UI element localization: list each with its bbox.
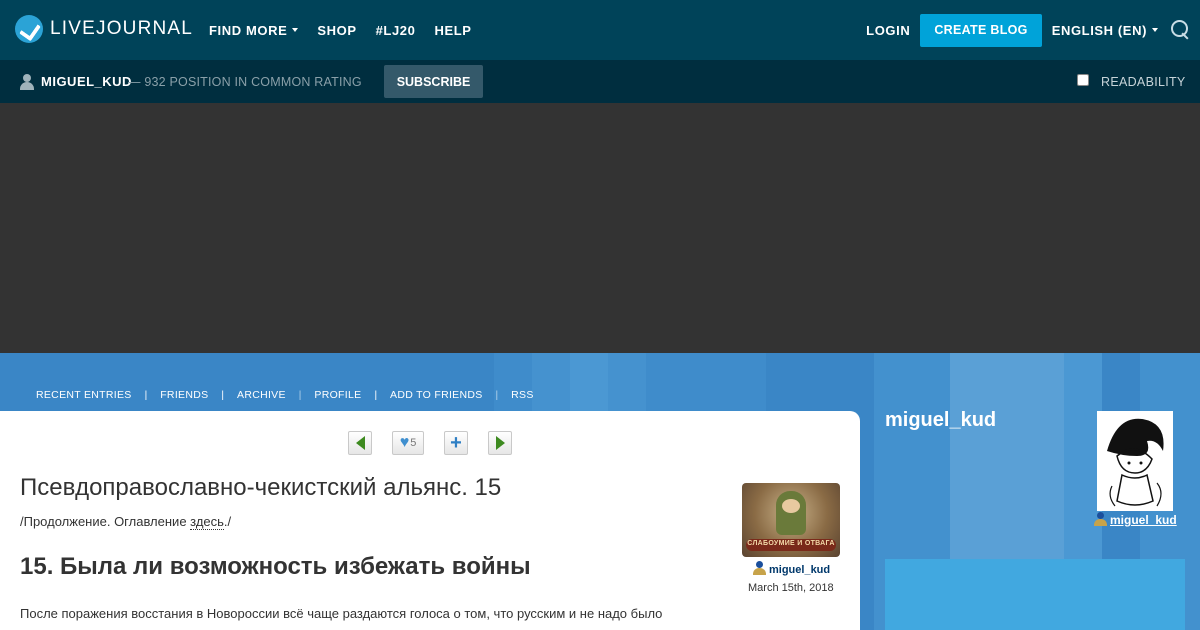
- add-memory-button[interactable]: +: [444, 431, 468, 455]
- search-icon[interactable]: [1170, 19, 1190, 41]
- author-userpic[interactable]: СЛАБОУМИЕ И ОТВАГА: [742, 483, 840, 557]
- journal-nav-friends[interactable]: FRIENDS: [160, 389, 208, 401]
- sidebar-widget-box: [885, 559, 1185, 630]
- intro-suffix: ./: [223, 514, 232, 529]
- nav-shop[interactable]: SHOP: [317, 23, 356, 38]
- journal-nav: RECENT ENTRIES | FRIENDS | ARCHIVE | PRO…: [36, 389, 534, 401]
- nav-lj20[interactable]: #LJ20: [376, 23, 416, 38]
- nav-separator: |: [298, 389, 302, 401]
- journal-username[interactable]: MIGUEL_KUD: [41, 74, 132, 89]
- like-count: 5: [410, 437, 417, 449]
- main-nav: FIND MORE SHOP #LJ20 HELP: [209, 0, 491, 60]
- post-author-link[interactable]: miguel_kud: [769, 564, 830, 576]
- sidebar-journal-name[interactable]: miguel_kud: [885, 409, 996, 432]
- nav-find-more[interactable]: FIND MORE: [209, 22, 299, 38]
- post-section-heading: 15. Была ли возможность избежать войны: [20, 553, 531, 580]
- nav-separator: |: [221, 389, 225, 401]
- table-of-contents-link[interactable]: здесь: [190, 514, 224, 530]
- arrow-right-icon: [495, 436, 505, 450]
- subscribe-button[interactable]: SUBSCRIBE: [384, 65, 483, 98]
- chevron-down-icon: [292, 28, 299, 32]
- header-actions: LOGIN CREATE BLOG ENGLISH (EN): [866, 0, 1190, 60]
- journal-nav-recent-entries[interactable]: RECENT ENTRIES: [36, 389, 132, 401]
- ad-banner-placeholder: [0, 103, 1200, 353]
- user-icon: [752, 561, 766, 575]
- user-icon: [20, 74, 34, 90]
- sidebar-userpic[interactable]: [1097, 411, 1173, 511]
- arrow-left-icon: [355, 436, 365, 450]
- previous-entry-button[interactable]: [348, 431, 372, 455]
- nav-find-more-label: FIND MORE: [209, 22, 288, 38]
- user-icon: [1093, 512, 1107, 526]
- nav-separator: |: [495, 389, 499, 401]
- language-selector[interactable]: ENGLISH (EN): [1052, 23, 1158, 38]
- login-link[interactable]: LOGIN: [866, 23, 910, 38]
- sidebar-userpic-drawing: [1107, 418, 1164, 507]
- journal-nav-profile[interactable]: PROFILE: [314, 389, 361, 401]
- intro-prefix: /Продолжение. Оглавление: [20, 514, 191, 529]
- nav-separator: |: [144, 389, 148, 401]
- create-blog-button[interactable]: CREATE BLOG: [920, 13, 1042, 47]
- livejournal-logo[interactable]: LIVEJOURNAL: [15, 15, 193, 43]
- journal-nav-rss[interactable]: RSS: [511, 389, 534, 401]
- rating-text: — 932 POSITION IN COMMON RATING: [128, 75, 362, 89]
- heart-icon: ♥: [399, 434, 410, 451]
- post-body-text: После поражения восстания в Новороссии в…: [20, 606, 663, 621]
- journal-nav-archive[interactable]: ARCHIVE: [237, 389, 286, 401]
- plus-icon: +: [450, 432, 462, 454]
- nav-help[interactable]: HELP: [434, 23, 471, 38]
- post-date: March 15th, 2018: [748, 582, 834, 594]
- nav-separator: |: [374, 389, 378, 401]
- post-intro: /Продолжение. Оглавление здесь./: [20, 514, 232, 530]
- post-title: Псевдоправославно-чекистский альянс. 15: [20, 474, 502, 501]
- readability-checkbox[interactable]: [1077, 74, 1089, 86]
- chevron-down-icon: [1152, 28, 1158, 32]
- journal-nav-add-to-friends[interactable]: ADD TO FRIENDS: [390, 389, 483, 401]
- livejournal-logo-icon: [15, 15, 43, 43]
- logo-text: LIVEJOURNAL: [50, 18, 194, 39]
- like-button[interactable]: ♥ 5: [392, 431, 424, 455]
- next-entry-button[interactable]: [488, 431, 512, 455]
- readability-label[interactable]: READABILITY: [1101, 75, 1186, 89]
- sidebar-user-link[interactable]: miguel_kud: [1110, 513, 1177, 527]
- language-label: ENGLISH (EN): [1051, 22, 1147, 38]
- userpic-figure: [776, 491, 806, 535]
- userpic-face: [782, 499, 800, 513]
- userpic-caption: СЛАБОУМИЕ И ОТВАГА: [747, 540, 835, 547]
